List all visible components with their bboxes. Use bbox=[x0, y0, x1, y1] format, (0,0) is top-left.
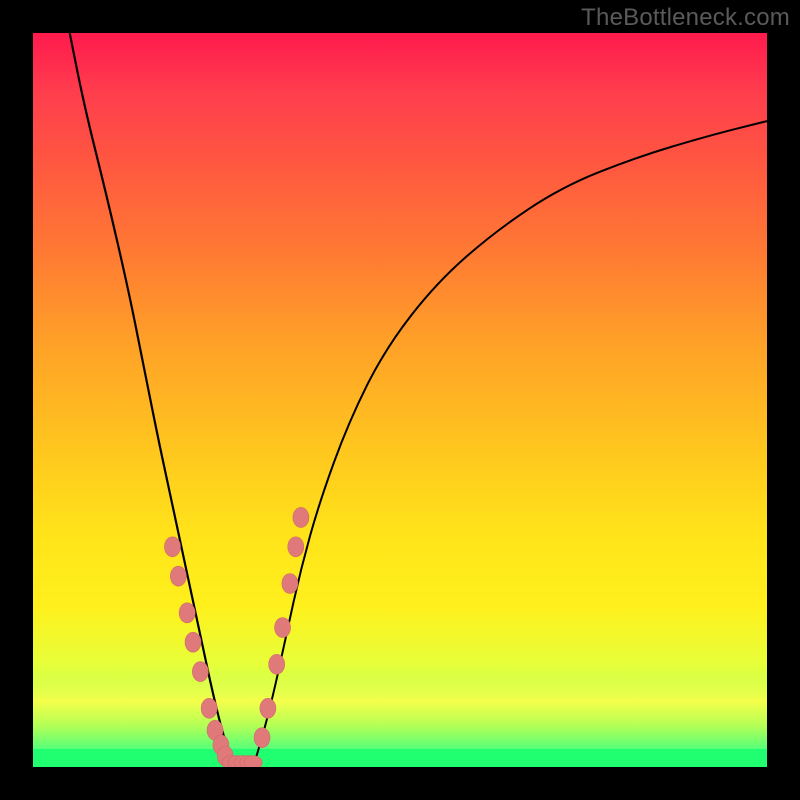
left-curve-path bbox=[70, 33, 234, 767]
data-marker bbox=[164, 537, 180, 557]
data-marker bbox=[282, 574, 298, 594]
right-curve-path bbox=[253, 121, 767, 767]
data-marker bbox=[260, 698, 276, 718]
data-marker bbox=[185, 632, 201, 652]
markers-bottom-group bbox=[222, 756, 262, 767]
data-marker bbox=[288, 537, 304, 557]
chart-svg bbox=[33, 33, 767, 767]
data-marker bbox=[192, 662, 208, 682]
data-marker bbox=[275, 618, 291, 638]
data-marker bbox=[254, 728, 270, 748]
markers-right-group bbox=[254, 507, 309, 747]
data-marker bbox=[201, 698, 217, 718]
plot-area bbox=[33, 33, 767, 767]
data-marker bbox=[179, 603, 195, 623]
markers-left-group bbox=[164, 537, 233, 766]
data-marker bbox=[269, 654, 285, 674]
watermark-text: TheBottleneck.com bbox=[581, 4, 790, 32]
data-marker bbox=[170, 566, 186, 586]
chart-outer-frame: TheBottleneck.com bbox=[0, 0, 800, 800]
curve-group bbox=[70, 33, 767, 767]
data-marker bbox=[293, 507, 309, 527]
data-marker bbox=[244, 756, 262, 767]
